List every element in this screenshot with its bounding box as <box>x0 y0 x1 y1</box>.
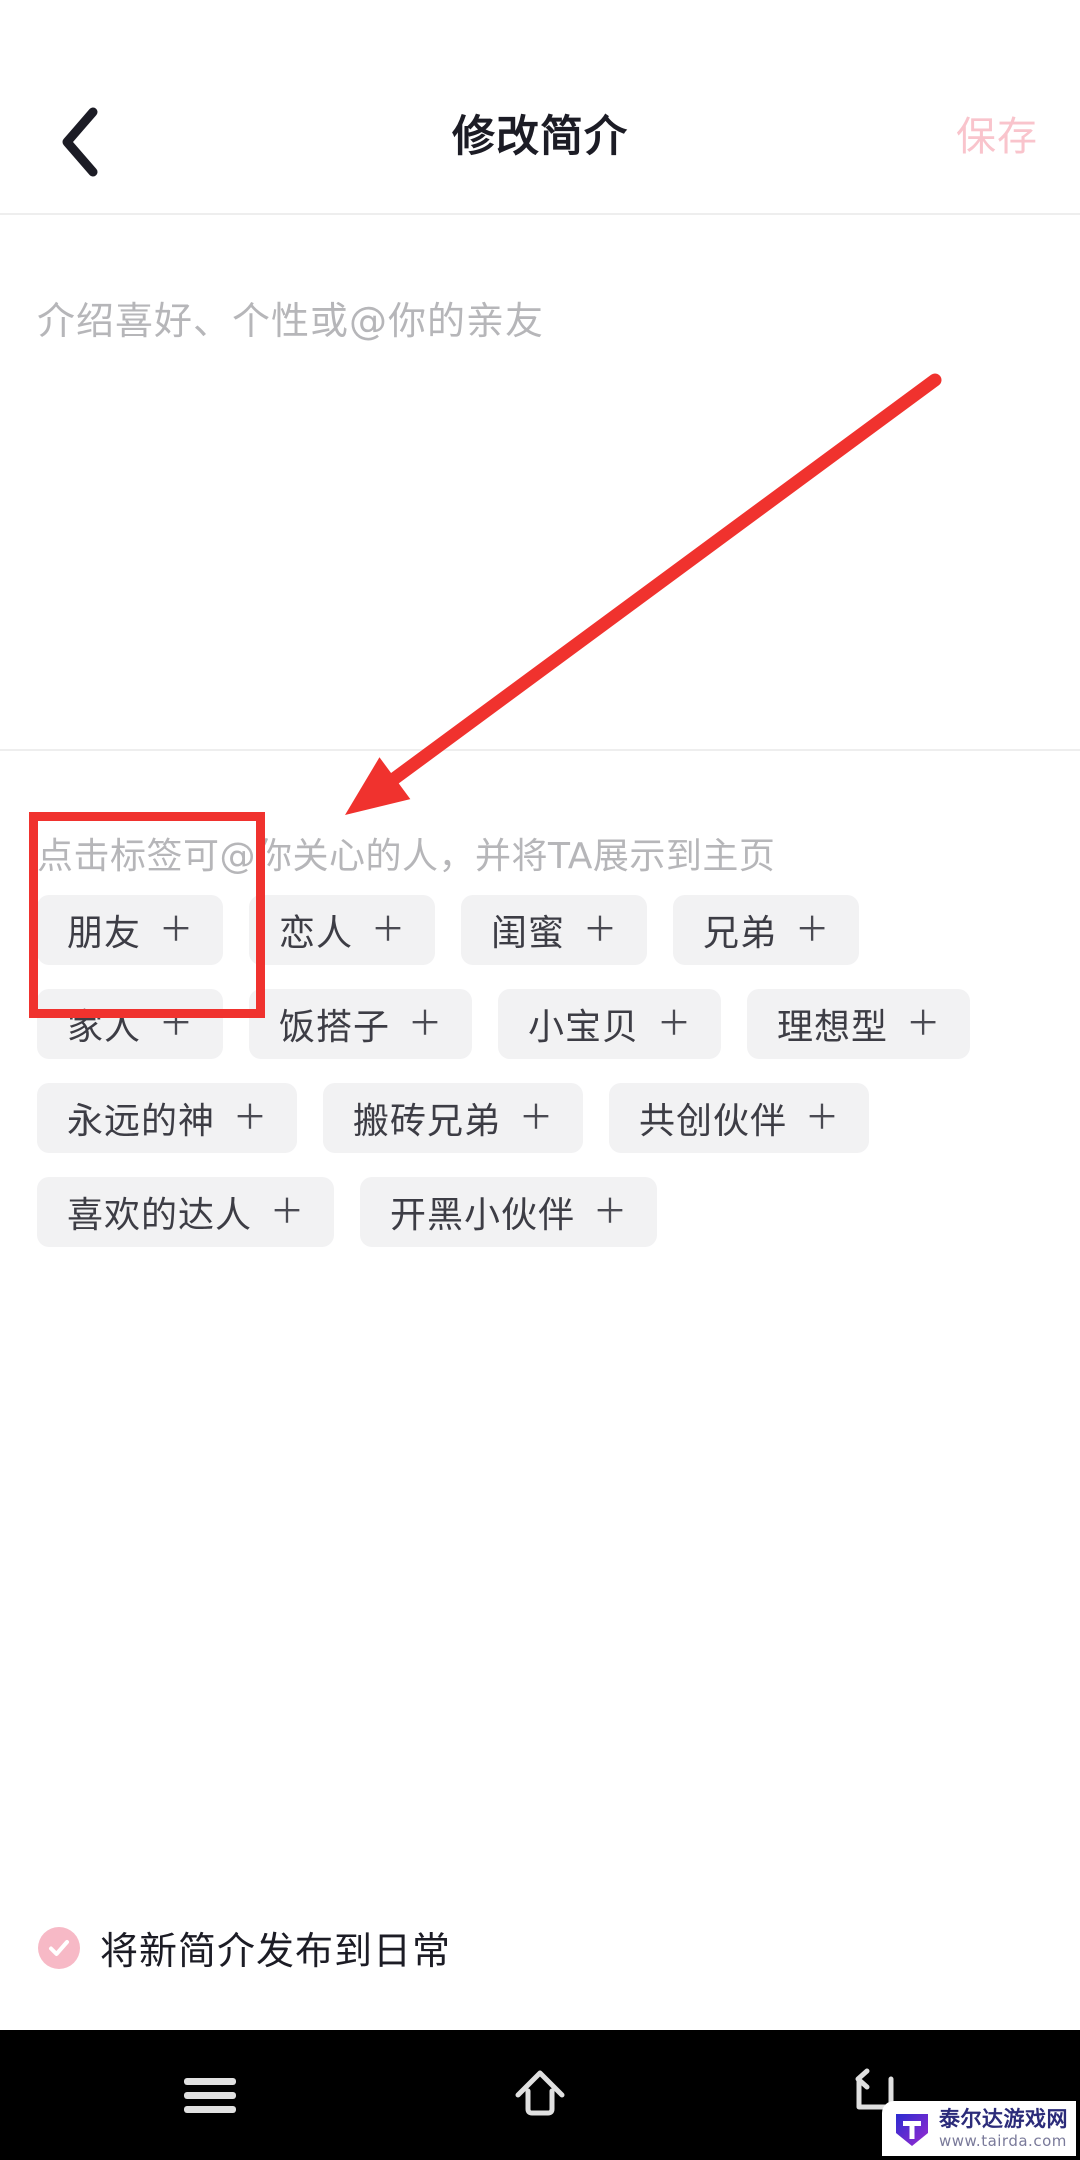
tag-chip-label: 家人 <box>67 1007 142 1048</box>
tag-chip[interactable]: 恋人 ＋ <box>249 895 436 965</box>
page-title: 修改简介 <box>452 112 628 162</box>
tag-chip[interactable]: 闺蜜 ＋ <box>461 895 648 965</box>
tag-row: 朋友 ＋ 恋人 ＋ 闺蜜 ＋ 兄弟 ＋ <box>37 895 1047 965</box>
plus-icon: ＋ <box>906 1004 941 1044</box>
tag-chip[interactable]: 兄弟 ＋ <box>673 895 860 965</box>
tag-row: 家人 ＋ 饭搭子 ＋ 小宝贝 ＋ 理想型 ＋ <box>37 989 1047 1059</box>
bio-placeholder: 介绍喜好、个性或@你的亲友 <box>37 299 545 343</box>
save-button[interactable]: 保存 <box>956 62 1038 213</box>
tag-chip-label: 兄弟 <box>703 913 778 954</box>
tag-chip-label: 永远的神 <box>67 1101 216 1142</box>
plus-icon: ＋ <box>233 1098 268 1138</box>
plus-icon: ＋ <box>805 1098 840 1138</box>
tag-chip-label: 理想型 <box>777 1007 889 1048</box>
tag-chip[interactable]: 饭搭子 ＋ <box>249 989 473 1059</box>
plus-icon: ＋ <box>593 1192 628 1232</box>
tag-chip-label: 搬砖兄弟 <box>353 1101 502 1142</box>
tag-chip-label: 小宝贝 <box>528 1007 640 1048</box>
tag-chip-label: 闺蜜 <box>491 913 566 954</box>
bio-input-area[interactable]: 介绍喜好、个性或@你的亲友 <box>0 215 1080 751</box>
status-bar <box>0 0 1080 62</box>
tag-list: 朋友＋恋人＋闺蜜＋兄弟＋家人＋饭搭子＋小宝贝＋理想型＋永远的神＋搬砖兄弟＋共创伙… <box>37 895 1047 1271</box>
tag-chip-label: 饭搭子 <box>279 1007 391 1048</box>
shield-t-logo-icon <box>892 2109 932 2149</box>
tag-chip[interactable]: 搬砖兄弟 ＋ <box>323 1083 584 1153</box>
watermark-url: www.tairda.com <box>939 2131 1067 2150</box>
watermark-title: 泰尔达游戏网 <box>939 2107 1068 2132</box>
plus-icon: ＋ <box>795 910 830 950</box>
tags-hint-text: 点击标签可@你关心的人，并将TA展示到主页 <box>37 836 776 877</box>
tag-chip-label: 开黑小伙伴 <box>390 1195 576 1236</box>
publish-to-daily-checkbox[interactable]: 将新简介发布到日常 <box>38 1920 451 1975</box>
plus-icon: ＋ <box>159 1004 194 1044</box>
tag-chip[interactable]: 喜欢的达人 ＋ <box>37 1177 335 1247</box>
tag-chip[interactable]: 永远的神 ＋ <box>37 1083 298 1153</box>
plus-icon: ＋ <box>408 1004 443 1044</box>
tag-chip[interactable]: 家人 ＋ <box>37 989 224 1059</box>
publish-to-daily-label: 将新简介发布到日常 <box>100 1929 452 1973</box>
tag-chip-label: 共创伙伴 <box>639 1101 788 1142</box>
plus-icon: ＋ <box>583 910 618 950</box>
tag-chip[interactable]: 小宝贝 ＋ <box>498 989 722 1059</box>
tag-row: 喜欢的达人 ＋ 开黑小伙伴 ＋ <box>37 1177 1047 1247</box>
tag-chip[interactable]: 共创伙伴 ＋ <box>609 1083 870 1153</box>
home-icon <box>508 2061 572 2129</box>
menu-icon <box>184 2071 236 2120</box>
recent-apps-button[interactable] <box>110 2030 310 2160</box>
home-button[interactable] <box>440 2030 640 2160</box>
plus-icon: ＋ <box>519 1098 554 1138</box>
plus-icon: ＋ <box>270 1192 305 1232</box>
tag-chip-label: 喜欢的达人 <box>67 1195 253 1236</box>
tag-chip[interactable]: 理想型 ＋ <box>747 989 971 1059</box>
phone-screen: 修改简介 保存 介绍喜好、个性或@你的亲友 点击标签可@你关心的人，并将TA展示… <box>0 0 1080 2160</box>
app-header: 修改简介 保存 <box>0 62 1080 215</box>
tag-row: 永远的神 ＋ 搬砖兄弟 ＋ 共创伙伴 ＋ <box>37 1083 1047 1153</box>
plus-icon: ＋ <box>657 1004 692 1044</box>
tag-chip-label: 恋人 <box>279 913 354 954</box>
plus-icon: ＋ <box>159 910 194 950</box>
tag-chip-label: 朋友 <box>67 913 142 954</box>
tag-chip[interactable]: 开黑小伙伴 ＋ <box>360 1177 658 1247</box>
tag-chip[interactable]: 朋友 ＋ <box>37 895 224 965</box>
plus-icon: ＋ <box>371 910 406 950</box>
check-icon <box>38 1926 80 1969</box>
site-watermark: 泰尔达游戏网 www.tairda.com <box>882 2101 1076 2156</box>
